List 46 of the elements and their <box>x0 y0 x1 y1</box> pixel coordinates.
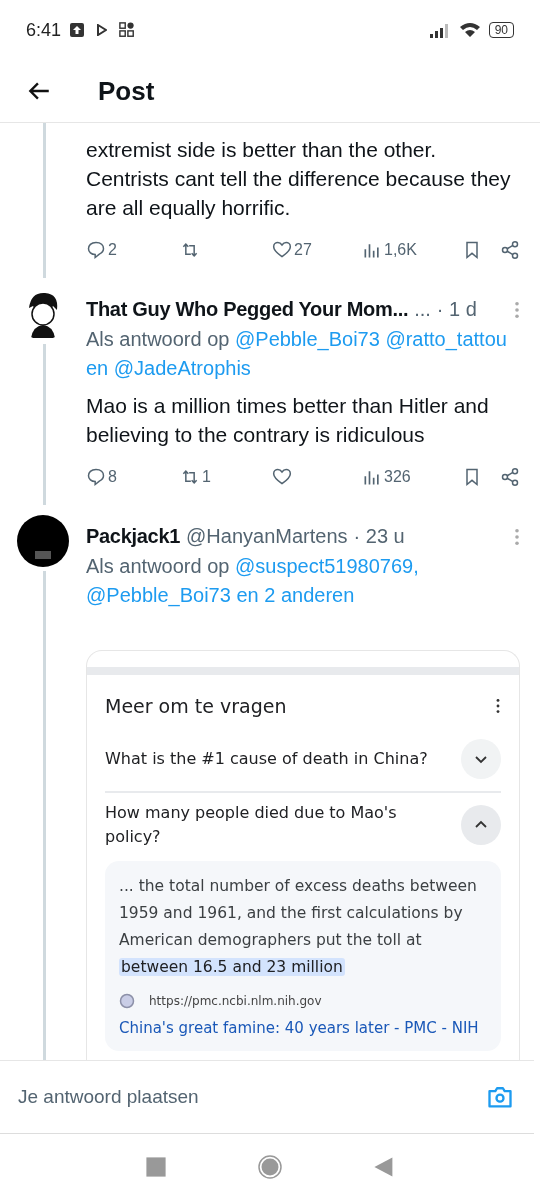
repost-button[interactable]: 1 <box>180 467 272 487</box>
post-time: · 1 d <box>436 298 477 321</box>
views-button[interactable]: 1,6K <box>362 240 417 260</box>
reply-button[interactable]: 8 <box>86 467 180 487</box>
heart-icon <box>272 467 292 487</box>
page-title: Post <box>98 75 155 107</box>
source-url: https://pmc.ncbi.nlm.nih.gov <box>149 994 322 1008</box>
section-heading: Meer om te vragen <box>105 695 287 717</box>
heart-icon <box>272 240 292 260</box>
views-button[interactable]: 326 <box>362 467 411 487</box>
question-text[interactable]: What is the #1 cause of death in China? <box>105 739 428 779</box>
reply-button[interactable]: 2 <box>86 240 180 260</box>
upload-icon <box>69 22 86 38</box>
user-name[interactable]: That Guy Who Pegged Your Mom... <box>86 298 409 321</box>
avatar[interactable] <box>17 515 69 567</box>
like-button[interactable]: 27 <box>272 240 362 260</box>
user-handle: ... <box>414 298 431 321</box>
home-icon[interactable] <box>258 1155 282 1179</box>
battery-indicator: 90 <box>488 22 514 38</box>
expand-toggle[interactable] <box>461 805 501 845</box>
recents-icon[interactable] <box>144 1155 168 1179</box>
post-time: · 23 u <box>353 525 405 548</box>
post-text: Mao is a million times better than Hitler and believing to the contrary is ridiculous <box>86 393 490 448</box>
speech-bubble-icon <box>86 240 106 260</box>
post-text: extremist side is better than the other. Centrists cant tell the difference because they are all equally horrific. <box>86 137 512 221</box>
reply-context: Als antwoord op <box>86 555 230 577</box>
status-time: 6:41 <box>26 19 62 41</box>
share-icon[interactable] <box>500 240 520 260</box>
question-text[interactable]: How many people died due to Mao's policy? <box>105 793 449 857</box>
share-icon[interactable] <box>500 467 520 487</box>
globe-icon <box>119 993 135 1009</box>
user-name[interactable]: Packjack1 <box>86 525 181 548</box>
wifi-icon <box>458 22 481 38</box>
answer-text: ... the total number of excess deaths between 1959 and 1961, and the first calculations by American demographers put the toll at between 16.5 and 23 million <box>119 876 478 978</box>
play-icon <box>97 24 108 36</box>
apps-icon <box>119 22 136 38</box>
signal-icon <box>428 22 451 38</box>
reply-field[interactable]: Je antwoord plaatsen <box>16 1072 486 1122</box>
expand-toggle[interactable] <box>461 739 501 779</box>
repost-icon <box>180 240 200 260</box>
user-handle: @HanyanMartens <box>186 525 348 548</box>
reply-context: Als antwoord op <box>86 328 230 350</box>
source-link[interactable]: China's great famine: 40 years later - PMC - NIH <box>119 1017 487 1039</box>
repost-icon <box>180 467 200 487</box>
more-icon[interactable] <box>495 698 501 714</box>
speech-bubble-icon <box>86 467 106 487</box>
